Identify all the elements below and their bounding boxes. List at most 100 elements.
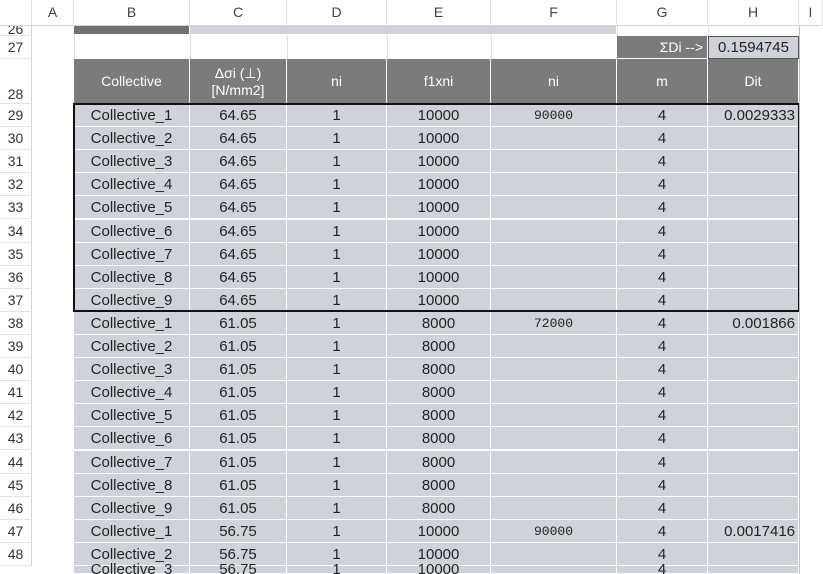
cell-b44[interactable]: Collective_7 — [74, 450, 190, 474]
cell-f29[interactable]: 90000 — [491, 104, 617, 128]
row-header-36[interactable]: 36 — [0, 265, 32, 289]
cell-b40[interactable]: Collective_3 — [74, 358, 190, 382]
header-m[interactable]: m — [617, 59, 708, 104]
cell-e35[interactable]: 10000 — [387, 242, 491, 266]
cell-c32[interactable]: 64.65 — [190, 173, 287, 197]
cell-d30[interactable]: 1 — [287, 127, 387, 151]
sum-value-cell[interactable]: 0.1594745 — [708, 36, 799, 59]
cell-f45[interactable] — [491, 473, 617, 497]
cell-f33[interactable] — [491, 196, 617, 220]
cell-b45[interactable]: Collective_8 — [74, 473, 190, 497]
cell-c43[interactable]: 61.05 — [190, 427, 287, 451]
column-header-i[interactable]: I — [799, 0, 823, 26]
cell-f48[interactable] — [491, 542, 617, 566]
cell-h35[interactable] — [708, 242, 799, 266]
cell-h49[interactable] — [708, 566, 799, 574]
cell-c37[interactable]: 64.65 — [190, 288, 287, 312]
cell-d38[interactable]: 1 — [287, 311, 387, 335]
cell-h30[interactable] — [708, 127, 799, 151]
cell-d49[interactable]: 1 — [287, 562, 387, 574]
cell-c42[interactable]: 61.05 — [190, 404, 287, 428]
cell-f49[interactable] — [491, 566, 617, 574]
cell-e42[interactable]: 8000 — [387, 404, 491, 428]
cell-b43[interactable]: Collective_6 — [74, 427, 190, 451]
cell-c46[interactable]: 61.05 — [190, 496, 287, 520]
header-ni2[interactable]: ni — [491, 59, 617, 104]
column-header-e[interactable]: E — [387, 0, 491, 26]
row-header-33[interactable]: 33 — [0, 196, 32, 220]
row-header-29[interactable]: 29 — [0, 104, 32, 128]
cell-d33[interactable]: 1 — [287, 196, 387, 220]
cell-c33[interactable]: 64.65 — [190, 196, 287, 220]
cell-g45[interactable]: 4 — [617, 473, 708, 497]
cell-h31[interactable] — [708, 150, 799, 174]
row-header-41[interactable]: 41 — [0, 381, 32, 405]
cell-d39[interactable]: 1 — [287, 335, 387, 359]
cell-e30[interactable]: 10000 — [387, 127, 491, 151]
cell-b38[interactable]: Collective_1 — [74, 311, 190, 335]
row-header-42[interactable]: 42 — [0, 404, 32, 428]
header-collective[interactable]: Collective — [74, 59, 190, 104]
cell-g33[interactable]: 4 — [617, 196, 708, 220]
cell-e47[interactable]: 10000 — [387, 519, 491, 543]
select-all-corner[interactable] — [0, 0, 32, 26]
cell-b41[interactable]: Collective_4 — [74, 381, 190, 405]
cell-h36[interactable] — [708, 265, 799, 289]
cell-h29[interactable]: 0.0029333 — [708, 104, 799, 128]
cell-b46[interactable]: Collective_9 — [74, 496, 190, 520]
cell-d40[interactable]: 1 — [287, 358, 387, 382]
row-header-46[interactable]: 46 — [0, 496, 32, 520]
header-ni[interactable]: ni — [287, 59, 387, 104]
row-header-37[interactable]: 37 — [0, 288, 32, 312]
column-header-c[interactable]: C — [190, 0, 287, 26]
cell-f41[interactable] — [491, 381, 617, 405]
cell-f36[interactable] — [491, 265, 617, 289]
cell-f40[interactable] — [491, 358, 617, 382]
cell-c47[interactable]: 56.75 — [190, 519, 287, 543]
spreadsheet-grid[interactable]: A B C D E F G H I 26 27 28 29 30 31 32 33 34 35 36 37 38 39 40 4… — [0, 0, 823, 574]
cell-f32[interactable] — [491, 173, 617, 197]
header-dit[interactable]: Dit — [708, 59, 799, 104]
cell-c36[interactable]: 64.65 — [190, 265, 287, 289]
cell-d41[interactable]: 1 — [287, 381, 387, 405]
cell-g46[interactable]: 4 — [617, 496, 708, 520]
cell-e33[interactable]: 10000 — [387, 196, 491, 220]
cell-g29[interactable]: 4 — [617, 104, 708, 128]
cell-e49[interactable]: 10000 — [387, 562, 491, 574]
cell-b33[interactable]: Collective_5 — [74, 196, 190, 220]
row-header-30[interactable]: 30 — [0, 127, 32, 151]
cell-f46[interactable] — [491, 496, 617, 520]
column-header-a[interactable]: A — [32, 0, 74, 26]
cell-f34[interactable] — [491, 219, 617, 243]
cell-e41[interactable]: 8000 — [387, 381, 491, 405]
cell-c26-g26[interactable] — [190, 26, 617, 35]
cell-d45[interactable]: 1 — [287, 473, 387, 497]
cell-f43[interactable] — [491, 427, 617, 451]
cell-h48[interactable] — [708, 542, 799, 566]
cell-c44[interactable]: 61.05 — [190, 450, 287, 474]
cell-e37[interactable]: 10000 — [387, 288, 491, 312]
cell-h33[interactable] — [708, 196, 799, 220]
cell-f47[interactable]: 90000 — [491, 519, 617, 543]
cell-b47[interactable]: Collective_1 — [74, 519, 190, 543]
cell-c40[interactable]: 61.05 — [190, 358, 287, 382]
cell-d46[interactable]: 1 — [287, 496, 387, 520]
cell-f44[interactable] — [491, 450, 617, 474]
cell-g39[interactable]: 4 — [617, 335, 708, 359]
cell-d29[interactable]: 1 — [287, 104, 387, 128]
cell-d44[interactable]: 1 — [287, 450, 387, 474]
row-header-38[interactable]: 38 — [0, 311, 32, 335]
cell-b32[interactable]: Collective_4 — [74, 173, 190, 197]
column-header-d[interactable]: D — [287, 0, 387, 26]
cell-g34[interactable]: 4 — [617, 219, 708, 243]
cell-d34[interactable]: 1 — [287, 219, 387, 243]
cell-c30[interactable]: 64.65 — [190, 127, 287, 151]
row-header-45[interactable]: 45 — [0, 473, 32, 497]
row-header-47[interactable]: 47 — [0, 519, 32, 543]
cell-d42[interactable]: 1 — [287, 404, 387, 428]
row-header-48[interactable]: 48 — [0, 542, 32, 566]
row-header-35[interactable]: 35 — [0, 242, 32, 266]
cell-c41[interactable]: 61.05 — [190, 381, 287, 405]
cell-b37[interactable]: Collective_9 — [74, 288, 190, 312]
row-header-26[interactable]: 26 — [0, 26, 32, 36]
